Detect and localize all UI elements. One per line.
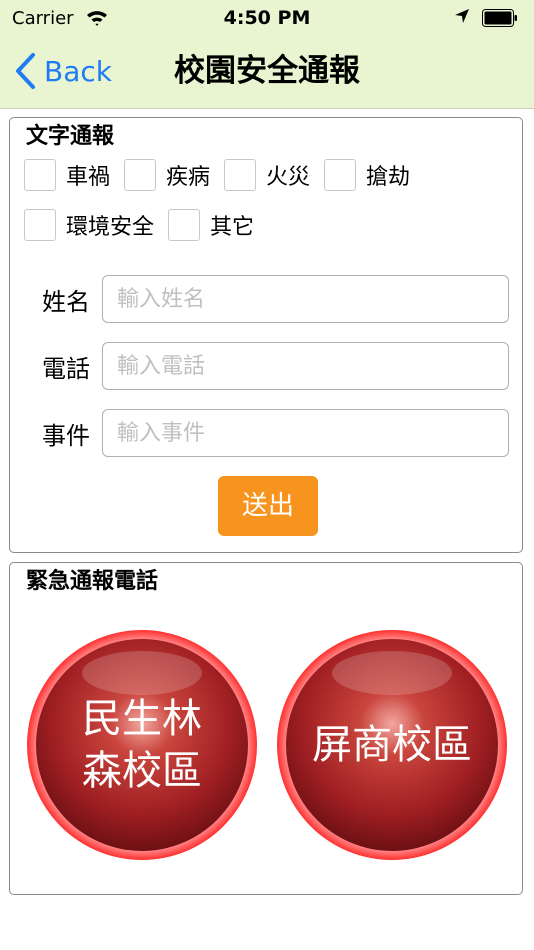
call-button-label-line1: 民生林 — [82, 696, 202, 742]
category-label: 火災 — [266, 165, 311, 190]
category-checkbox-fire[interactable]: 火災 — [224, 159, 310, 191]
category-row-2: 環境安全 其它 — [24, 209, 268, 241]
call-button-label: 民生林 森校區 — [26, 629, 258, 861]
emergency-call-panel: 緊急通報電話 民生林 森校區 屏商校區 — [9, 562, 523, 895]
category-label: 疾病 — [166, 165, 211, 190]
status-bar: Carrier 4:50 PM — [0, 0, 534, 38]
category-checkbox-illness[interactable]: 疾病 — [124, 159, 210, 191]
text-report-heading: 文字通報 — [26, 124, 115, 149]
call-button-label: 屏商校區 — [276, 629, 508, 861]
category-label: 環境安全 — [66, 215, 155, 240]
checkbox-box[interactable] — [24, 209, 56, 241]
category-checkbox-car-accident[interactable]: 車禍 — [24, 159, 110, 191]
category-checkbox-other[interactable]: 其它 — [168, 209, 254, 241]
category-checkbox-robbery[interactable]: 搶劫 — [324, 159, 410, 191]
event-field-row: 事件 — [30, 409, 509, 457]
category-label: 搶劫 — [366, 165, 411, 190]
checkbox-box[interactable] — [124, 159, 157, 191]
call-button-pingshang-campus[interactable]: 屏商校區 — [276, 629, 508, 861]
category-label: 車禍 — [66, 165, 111, 190]
navigation-bar: Carrier 4:50 PM Back 校園安全通報 — [0, 0, 534, 109]
name-input[interactable] — [102, 275, 509, 323]
category-label: 其它 — [210, 215, 255, 240]
emergency-heading: 緊急通報電話 — [26, 569, 159, 594]
location-arrow-icon — [454, 8, 470, 29]
submit-button[interactable]: 送出 — [218, 476, 318, 536]
event-label: 事件 — [42, 421, 90, 450]
checkbox-box[interactable] — [324, 159, 357, 191]
event-input[interactable] — [102, 409, 509, 457]
checkbox-box[interactable] — [168, 209, 201, 241]
name-field-row: 姓名 — [30, 275, 509, 323]
call-button-minsheng-campus[interactable]: 民生林 森校區 — [26, 629, 258, 861]
phone-field-row: 電話 — [30, 342, 509, 390]
phone-input[interactable] — [102, 342, 509, 390]
name-label: 姓名 — [42, 287, 90, 316]
call-button-label-line1: 屏商校區 — [312, 722, 472, 768]
phone-label: 電話 — [42, 354, 90, 383]
text-report-panel: 文字通報 車禍 疾病 火災 搶劫 環境安全 其它 姓名 電話 事件 送出 — [9, 117, 523, 553]
checkbox-box[interactable] — [224, 159, 257, 191]
page-title: 校園安全通報 — [174, 53, 360, 89]
category-row-1: 車禍 疾病 火災 搶劫 — [24, 159, 424, 191]
battery-icon — [482, 9, 518, 27]
checkbox-box[interactable] — [24, 159, 56, 191]
call-button-label-line2: 森校區 — [82, 748, 202, 794]
category-checkbox-environment-safety[interactable]: 環境安全 — [24, 209, 154, 241]
